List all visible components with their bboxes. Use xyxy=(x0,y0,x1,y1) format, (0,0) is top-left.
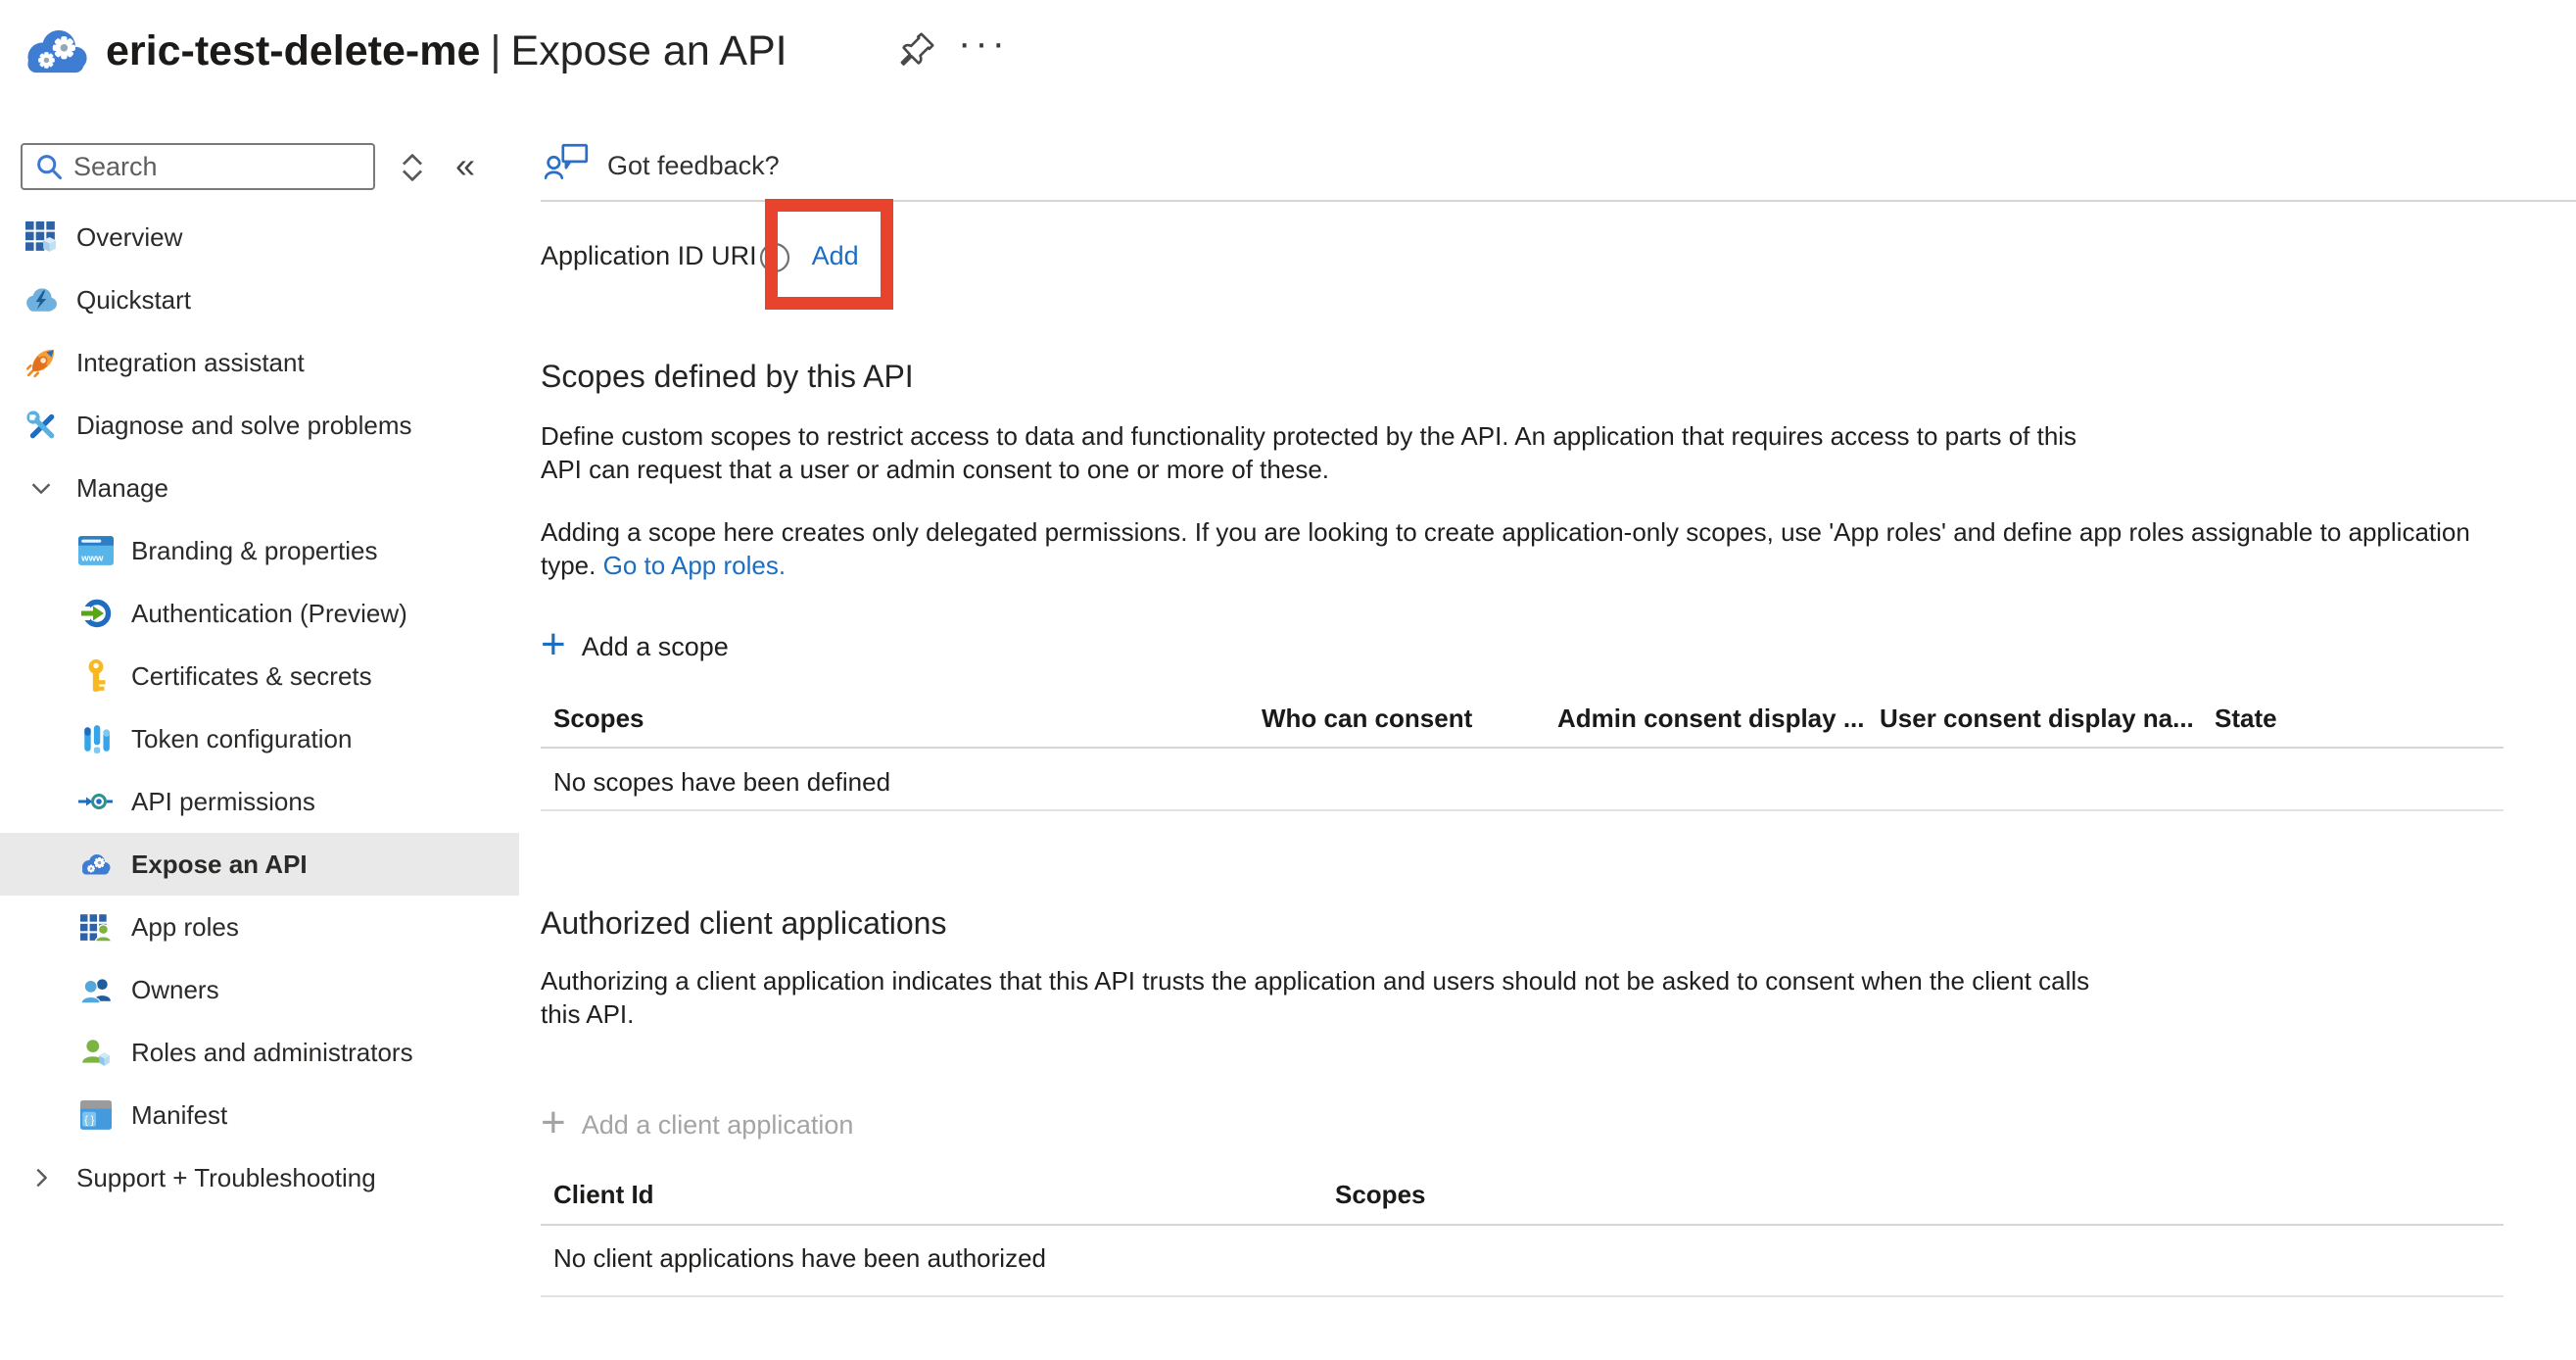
key-icon xyxy=(78,658,114,694)
sidebar-item-label: Token configuration xyxy=(131,724,352,754)
app-roles-icon xyxy=(78,912,114,942)
page-title: eric-test-delete-me|Expose an API xyxy=(106,27,787,75)
sidebar-item-label: App roles xyxy=(131,912,239,943)
admin-consent-col-header: Admin consent display ... xyxy=(1557,704,1865,734)
clients-table-header-divider xyxy=(541,1224,2504,1226)
scopes-table-bottom-divider xyxy=(541,809,2504,811)
client-id-col-header: Client Id xyxy=(553,1180,654,1210)
sidebar-group-support-troubleshooting[interactable]: Support + Troubleshooting xyxy=(0,1146,519,1209)
sidebar-item-owners[interactable]: Owners xyxy=(0,958,519,1021)
svg-text:www: www xyxy=(80,554,104,564)
authorized-clients-title: Authorized client applications xyxy=(541,905,946,942)
feedback-icon xyxy=(545,143,592,189)
expose-api-cloud-icon xyxy=(78,850,114,879)
go-to-app-roles-link[interactable]: Go to App roles. xyxy=(603,551,786,580)
resize-menu-icon[interactable] xyxy=(398,151,427,189)
add-a-scope-button[interactable]: + Add a scope xyxy=(541,625,729,668)
sidebar-item-label: Certificates & secrets xyxy=(131,661,372,692)
search-icon xyxy=(34,152,64,181)
sidebar-item-label: Diagnose and solve problems xyxy=(76,411,412,441)
authentication-icon xyxy=(78,598,114,629)
sidebar-item-api-permissions[interactable]: API permissions xyxy=(0,770,519,833)
sidebar-item-label: Owners xyxy=(131,975,219,1005)
sidebar-item-branding[interactable]: www Branding & properties xyxy=(0,519,519,582)
sidebar-item-diagnose[interactable]: Diagnose and solve problems xyxy=(0,394,519,457)
scopes-section-note: Adding a scope here creates only delegat… xyxy=(541,515,2490,582)
sidebar-item-authentication[interactable]: Authentication (Preview) xyxy=(0,582,519,645)
title-separator: | xyxy=(480,27,510,74)
sidebar-item-label: Manage xyxy=(76,473,168,504)
sidebar-item-label: Integration assistant xyxy=(76,348,305,378)
quickstart-icon xyxy=(24,287,59,313)
app-registration-icon xyxy=(20,25,94,83)
search-placeholder: Search xyxy=(73,152,158,182)
plus-icon: + xyxy=(541,1101,566,1144)
more-options-icon[interactable]: ··· xyxy=(958,22,1009,66)
app-name: eric-test-delete-me xyxy=(106,27,480,74)
sidebar-item-token-configuration[interactable]: Token configuration xyxy=(0,707,519,770)
browser-www-icon: www xyxy=(78,536,114,565)
sidebar-item-label: Expose an API xyxy=(131,850,308,880)
sidebar-item-integration-assistant[interactable]: Integration assistant xyxy=(0,331,519,394)
scopes-empty-message: No scopes have been defined xyxy=(553,767,890,798)
sidebar-item-manifest[interactable]: { } Manifest xyxy=(0,1084,519,1146)
sidebar-item-label: Overview xyxy=(76,222,182,253)
sidebar-item-label: Manifest xyxy=(131,1100,227,1131)
user-consent-col-header: User consent display na... xyxy=(1880,704,2194,734)
sidebar-item-certificates[interactable]: Certificates & secrets xyxy=(0,645,519,707)
token-sliders-icon xyxy=(78,723,114,754)
add-client-application-button[interactable]: + Add a client application xyxy=(541,1103,853,1146)
who-can-consent-col-header: Who can consent xyxy=(1262,704,1472,734)
got-feedback-button[interactable]: Got feedback? xyxy=(545,143,780,189)
clients-scopes-col-header: Scopes xyxy=(1335,1180,1426,1210)
clients-table-bottom-divider xyxy=(541,1295,2504,1297)
pin-icon[interactable] xyxy=(896,29,937,75)
sidebar-item-quickstart[interactable]: Quickstart xyxy=(0,268,519,331)
manifest-icon: { } xyxy=(78,1100,114,1130)
feedback-label: Got feedback? xyxy=(607,151,780,181)
tools-icon xyxy=(24,410,59,441)
svg-text:{ }: { } xyxy=(84,1115,95,1127)
scopes-col-header: Scopes xyxy=(553,704,644,734)
sidebar-item-expose-an-api[interactable]: Expose an API xyxy=(0,833,519,896)
sidebar-item-label: Quickstart xyxy=(76,285,191,316)
blade-name: Expose an API xyxy=(511,27,787,74)
search-input[interactable]: Search xyxy=(21,143,375,190)
sidebar-item-label: Authentication (Preview) xyxy=(131,599,407,629)
plus-icon: + xyxy=(541,623,566,666)
sidebar-item-overview[interactable]: Overview xyxy=(0,206,519,268)
collapse-menu-icon[interactable]: « xyxy=(455,145,475,186)
sidebar-menu: Overview Quickstart xyxy=(0,206,519,1209)
roles-admins-icon xyxy=(78,1038,114,1067)
expose-an-api-page: eric-test-delete-me|Expose an API ··· Se… xyxy=(0,0,2576,1360)
sidebar-item-roles-and-administrators[interactable]: Roles and administrators xyxy=(0,1021,519,1084)
scopes-table-header-divider xyxy=(541,747,2504,749)
rocket-icon xyxy=(24,347,59,378)
authorized-clients-description: Authorizing a client application indicat… xyxy=(541,964,2206,1031)
state-col-header: State xyxy=(2215,704,2277,734)
sidebar-item-label: Roles and administrators xyxy=(131,1038,413,1068)
annotation-red-rectangle xyxy=(765,199,893,310)
scopes-section-title: Scopes defined by this API xyxy=(541,359,914,395)
sidebar-item-label: Support + Troubleshooting xyxy=(76,1163,376,1193)
owners-icon xyxy=(78,976,114,1003)
scopes-section-description: Define custom scopes to restrict access … xyxy=(541,419,2147,486)
application-id-uri-label: Application ID URI xyxy=(541,241,757,271)
sidebar-item-label: API permissions xyxy=(131,787,315,817)
sidebar-item-app-roles[interactable]: App roles xyxy=(0,896,519,958)
overview-icon xyxy=(24,221,59,253)
clients-empty-message: No client applications have been authori… xyxy=(553,1243,1046,1274)
sidebar-item-label: Branding & properties xyxy=(131,536,377,566)
sidebar-group-manage[interactable]: Manage xyxy=(0,457,519,519)
chevron-right-icon xyxy=(24,1163,59,1192)
api-permissions-icon xyxy=(78,791,114,812)
scopes-note-text: Adding a scope here creates only delegat… xyxy=(541,517,2470,580)
chevron-down-icon xyxy=(24,473,59,503)
